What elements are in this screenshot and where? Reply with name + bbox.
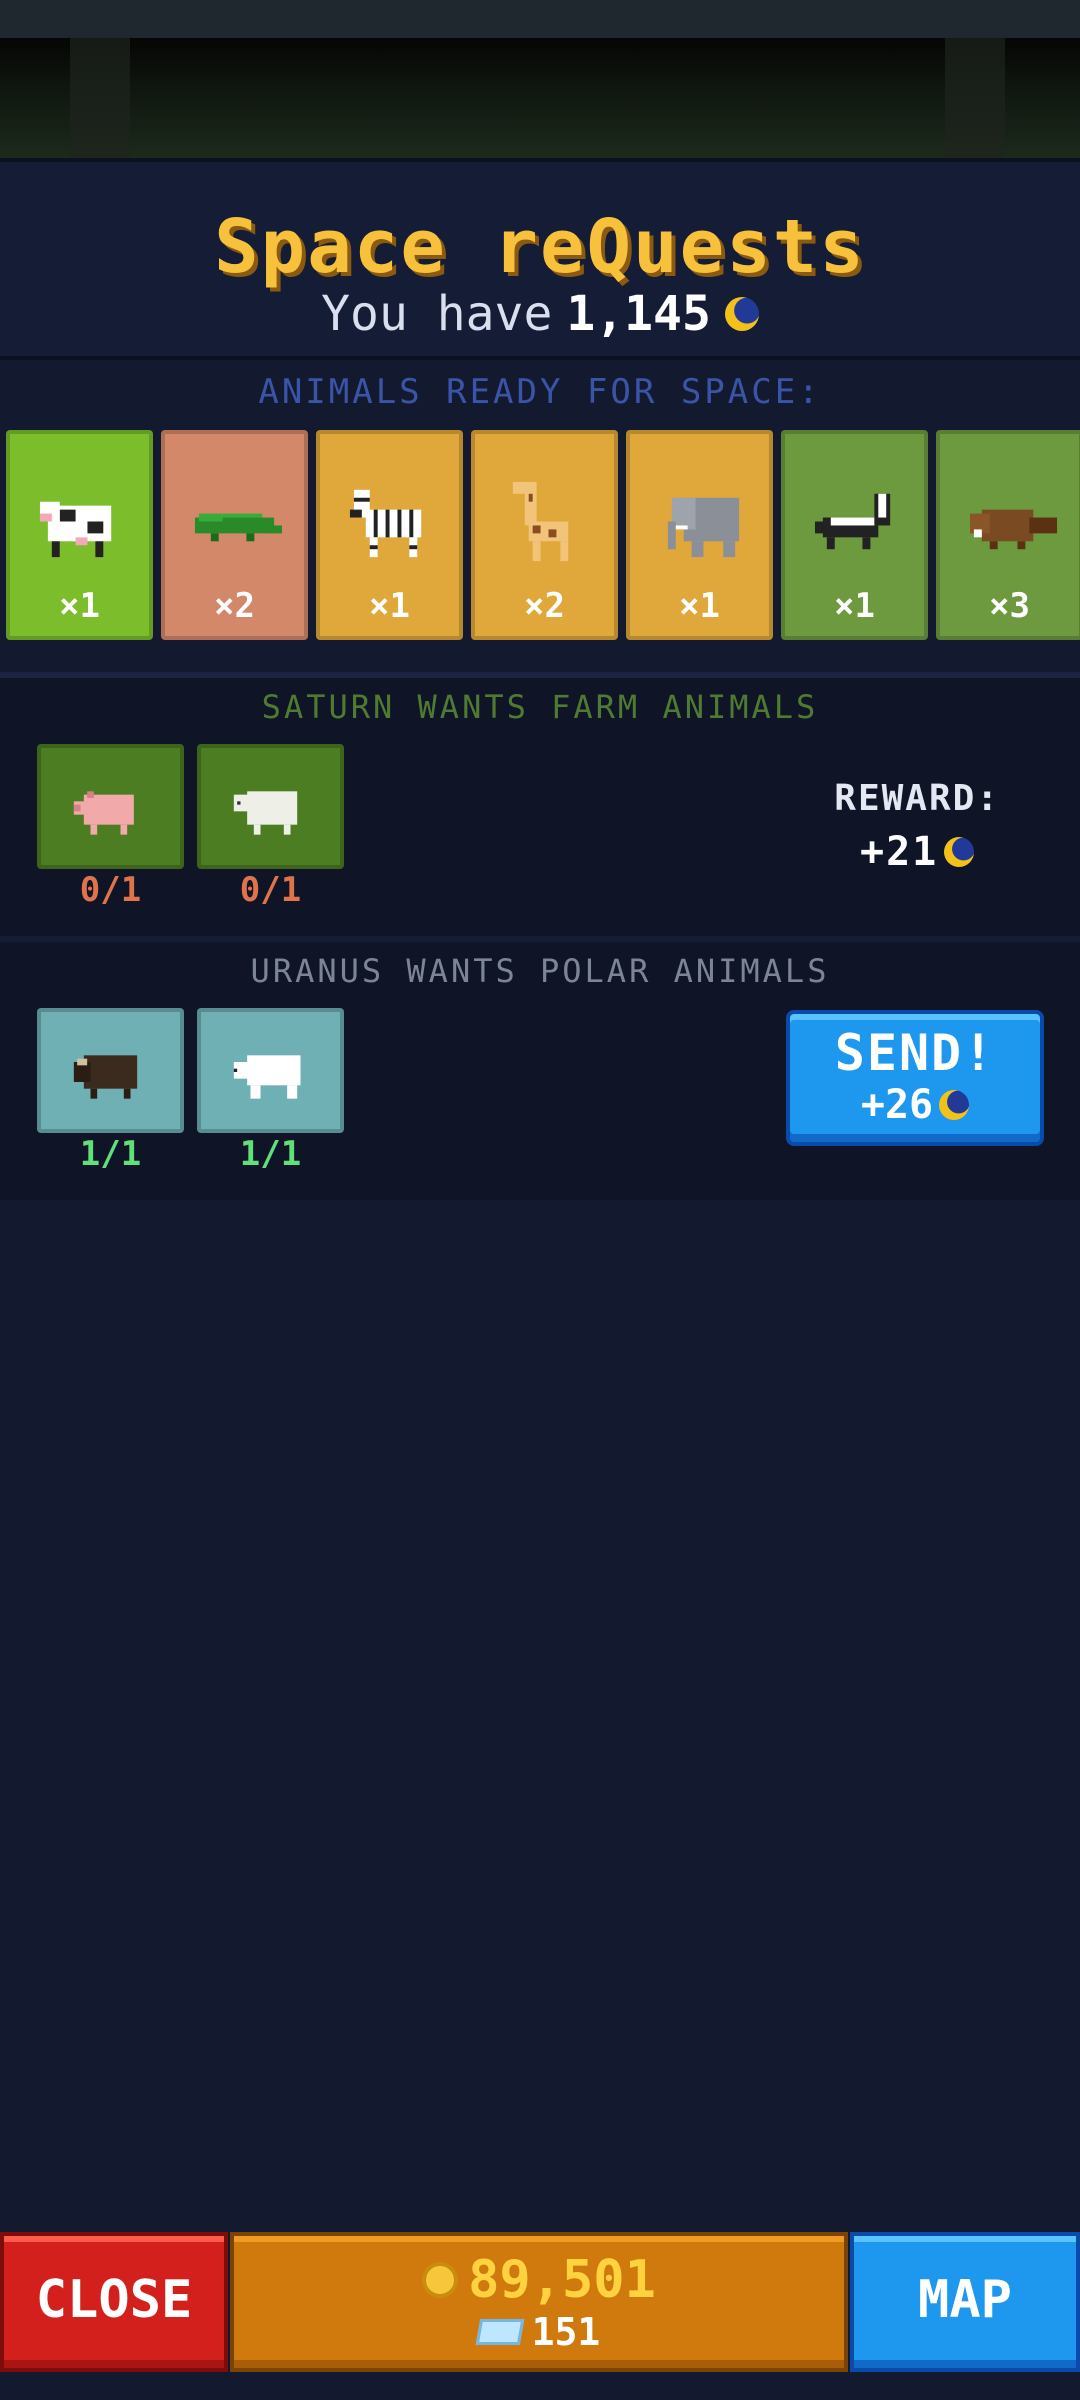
sheep-icon [233, 791, 298, 835]
top-strip [0, 0, 1080, 38]
request-slot-sheep[interactable] [197, 744, 344, 869]
request-slot-polar-bear[interactable] [197, 1008, 344, 1133]
tree-silhouette [945, 38, 1005, 158]
giraffe-icon [512, 481, 569, 562]
request-progress: 0/1 [79, 870, 142, 910]
polar-bear-icon [233, 1055, 301, 1099]
page-title: Space reQuests [214, 204, 866, 290]
section-title: ANIMALS READY FOR SPACE: [258, 372, 822, 412]
request-title: SATURN WANTS FARM ANIMALS [261, 688, 819, 726]
request-progress: 0/1 [239, 870, 302, 910]
animal-card-giraffe[interactable]: ×2 [471, 430, 618, 640]
reward-value: +21 [860, 829, 939, 875]
animals-ready-section: ANIMALS READY FOR SPACE: ×1 ×2 ×1 ×2 ×1 … [0, 362, 1080, 672]
moon-icon [724, 297, 759, 331]
animal-count: ×2 [524, 586, 565, 626]
close-button[interactable]: CLOSE [0, 2232, 228, 2372]
map-button[interactable]: MAP [850, 2232, 1080, 2372]
coin-balance: 89,501 [468, 2250, 656, 2310]
animal-count: ×1 [59, 586, 100, 626]
request-uranus: URANUS WANTS POLAR ANIMALS 1/1 1/1 SEND!… [0, 936, 1080, 1200]
request-progress: 1/1 [239, 1134, 302, 1174]
request-title: URANUS WANTS POLAR ANIMALS [250, 952, 830, 990]
coin-icon [422, 2262, 459, 2298]
gem-icon [475, 2319, 524, 2345]
balance: You have 1,145 [0, 286, 1080, 342]
elephant-icon [667, 497, 740, 558]
request-saturn: SATURN WANTS FARM ANIMALS 0/1 0/1 REWARD… [0, 672, 1080, 936]
request-slot-pig[interactable] [37, 744, 184, 869]
request-progress: 1/1 [79, 1134, 142, 1174]
animal-count: ×1 [834, 586, 875, 626]
animal-row: ×1 ×2 ×1 ×2 ×1 ×1 ×3 [6, 430, 1080, 640]
animal-count: ×1 [369, 586, 410, 626]
gem-balance: 151 [531, 2310, 601, 2354]
footer: CLOSE 89,501 151 MAP [0, 2232, 1080, 2372]
crocodile-icon [194, 513, 283, 542]
send-reward-value: +26 [860, 1082, 934, 1128]
wallet: 89,501 151 [230, 2232, 848, 2372]
reward: REWARD: +21 [834, 778, 1000, 875]
moon-icon [944, 837, 975, 867]
background-scene [0, 38, 1080, 158]
animal-count: ×3 [989, 586, 1030, 626]
reward-label: REWARD: [834, 778, 1000, 819]
balance-prefix: You have [321, 286, 553, 342]
request-slot-musk-ox[interactable] [37, 1008, 184, 1133]
beaver-icon [969, 509, 1058, 550]
animal-card-elephant[interactable]: ×1 [626, 430, 773, 640]
moon-icon [939, 1090, 970, 1120]
animal-count: ×2 [214, 586, 255, 626]
zebra-icon [349, 489, 422, 558]
musk-ox-icon [73, 1055, 138, 1099]
animal-count: ×1 [679, 586, 720, 626]
balance-value: 1,145 [566, 286, 711, 342]
cow-icon [39, 501, 112, 558]
animal-card-beaver[interactable]: ×3 [936, 430, 1080, 640]
skunk-icon [814, 493, 891, 550]
animal-card-zebra[interactable]: ×1 [316, 430, 463, 640]
pig-icon [73, 791, 134, 835]
send-label: SEND! [834, 1024, 996, 1082]
header: Space reQuests You have 1,145 [0, 158, 1080, 360]
animal-card-crocodile[interactable]: ×2 [161, 430, 308, 640]
animal-card-skunk[interactable]: ×1 [781, 430, 928, 640]
animal-card-cow[interactable]: ×1 [6, 430, 153, 640]
bottom-bar [0, 2372, 1080, 2400]
tree-silhouette [70, 38, 130, 158]
send-button[interactable]: SEND! +26 [786, 1010, 1044, 1146]
